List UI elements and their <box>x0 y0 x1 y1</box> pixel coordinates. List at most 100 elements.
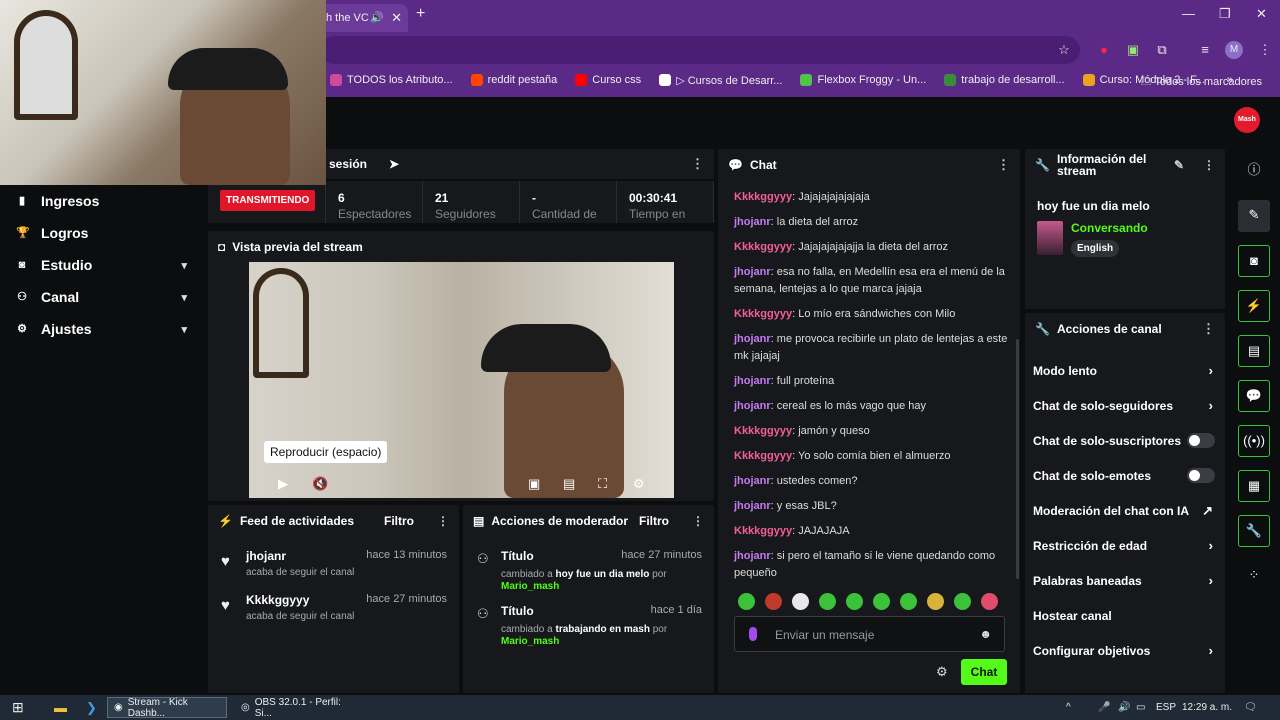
sidebar-item[interactable]: 🏆 Logros <box>0 217 205 249</box>
clock[interactable]: 12:29 a. m. <box>1176 697 1238 718</box>
close-tab-icon[interactable]: ✕ <box>391 10 402 26</box>
media-icon[interactable]: ≡ <box>1196 41 1214 59</box>
chat-username[interactable]: jhojanr <box>734 333 771 345</box>
bookmark-star-icon[interactable]: ☆ <box>1055 41 1073 59</box>
feed-filter-button[interactable]: Filtro <box>384 514 414 528</box>
sidebar-item[interactable]: ◙ Estudio ▾ <box>0 249 205 281</box>
broadcast-icon[interactable]: ((•)) <box>1238 425 1270 457</box>
moderator-user[interactable]: Mario_mash <box>501 581 559 592</box>
menu-icon[interactable]: ⋮ <box>1256 41 1274 59</box>
chat-username[interactable]: Kkkkggyyy <box>734 191 792 203</box>
edit-icon[interactable]: ✎ <box>1238 200 1270 232</box>
bookmark-item[interactable]: TODOS los Atributo... <box>330 74 453 86</box>
kebab-menu-icon[interactable]: ⋮ <box>692 514 704 528</box>
emote-icon[interactable] <box>765 593 782 610</box>
puzzle-icon[interactable]: ⧉ <box>1153 41 1171 59</box>
chevron-down-icon[interactable]: ▾ <box>181 291 187 304</box>
new-tab-button[interactable]: + <box>416 5 425 23</box>
bookmark-item[interactable]: reddit pestaña <box>470 74 557 86</box>
category-link[interactable]: Conversando <box>1071 221 1148 235</box>
emote-icon[interactable] <box>792 593 809 610</box>
emote-icon[interactable] <box>846 593 863 610</box>
play-icon[interactable]: ▶ <box>278 476 288 492</box>
mic-icon[interactable] <box>749 627 757 641</box>
layout-icon[interactable]: ▦ <box>1238 470 1270 502</box>
extension-icon[interactable]: ● <box>1095 41 1113 59</box>
sidebar-item[interactable]: ▮ Ingresos <box>0 185 205 217</box>
send-chat-button[interactable]: Chat <box>961 659 1007 685</box>
kebab-menu-icon[interactable]: ⋮ <box>437 514 449 528</box>
bolt-icon[interactable]: ⚡ <box>1238 290 1270 322</box>
chat-username[interactable]: Kkkkggyyy <box>734 450 792 462</box>
theater-icon[interactable]: ▤ <box>563 476 575 492</box>
chevron-right-icon[interactable]: › <box>1209 538 1213 553</box>
chevron-right-icon[interactable]: › <box>1209 573 1213 588</box>
tray-chevron-icon[interactable]: ^ <box>1060 697 1077 718</box>
chat-username[interactable]: jhojanr <box>734 400 771 412</box>
sidebar-item[interactable]: ⚙ Ajustes ▾ <box>0 313 205 345</box>
all-bookmarks[interactable]: 🗀 Todos los marcadores <box>1141 73 1262 92</box>
chevron-right-icon[interactable]: › <box>1209 398 1213 413</box>
taskbar-app-obs[interactable]: ◎ OBS 32.0.1 - Perfil: Si... <box>235 697 360 719</box>
kebab-menu-icon[interactable]: ⋮ <box>691 156 704 172</box>
edit-icon[interactable]: ✎ <box>1174 159 1184 171</box>
emote-icon[interactable] <box>954 593 971 610</box>
channel-action-item[interactable]: Configurar objetivos › <box>1025 633 1225 668</box>
bookmark-item[interactable]: Flexbox Froggy - Un... <box>800 74 926 86</box>
wrench-icon[interactable]: 🔧 <box>1238 515 1270 547</box>
channel-action-item[interactable]: Modo lento › <box>1025 353 1225 388</box>
chat-input[interactable]: Enviar un mensaje ☻ <box>734 616 1005 652</box>
emote-icon[interactable] <box>927 593 944 610</box>
settings-icon[interactable]: ⚙ <box>633 476 645 492</box>
clipboard-icon[interactable]: ▤ <box>1238 335 1270 367</box>
chat-username[interactable]: Kkkkggyyy <box>734 308 792 320</box>
windows-start-icon[interactable]: ⊞ <box>6 697 30 718</box>
toggle-switch[interactable] <box>1187 468 1215 483</box>
moderator-filter-button[interactable]: Filtro <box>639 514 669 528</box>
bookmark-item[interactable]: ▷ Cursos de Desarr... <box>659 74 782 87</box>
chat-username[interactable]: jhojanr <box>734 375 771 387</box>
extension-icon[interactable]: ▣ <box>1124 41 1142 59</box>
file-explorer-icon[interactable]: ▬ <box>48 697 73 718</box>
chat-username[interactable]: jhojanr <box>734 216 771 228</box>
vscode-icon[interactable]: ❯ <box>80 697 103 718</box>
camera-icon[interactable]: ◙ <box>1238 245 1270 277</box>
minimize-button[interactable]: — <box>1182 6 1195 21</box>
emote-icon[interactable] <box>819 593 836 610</box>
chevron-right-icon[interactable]: › <box>1209 363 1213 378</box>
kebab-menu-icon[interactable]: ⋮ <box>1202 321 1215 337</box>
pip-icon[interactable]: ▣ <box>528 476 540 492</box>
kick-avatar[interactable]: Mash <box>1234 107 1260 133</box>
chat-settings-icon[interactable]: ⚙ <box>936 664 948 680</box>
emoji-icon[interactable]: ☻ <box>979 627 992 641</box>
channel-action-item[interactable]: Hostear canal <box>1025 598 1225 633</box>
browser-tab[interactable]: h the VC 🔊 ✕ <box>320 4 408 32</box>
chat-username[interactable]: Kkkkggyyy <box>734 241 792 253</box>
emote-icon[interactable] <box>981 593 998 610</box>
close-window-button[interactable]: ✕ <box>1256 6 1267 22</box>
kebab-menu-icon[interactable]: ⋮ <box>997 157 1010 173</box>
maximize-button[interactable]: ❐ <box>1219 6 1231 22</box>
speaker-icon[interactable]: 🔊 <box>370 11 384 24</box>
fullscreen-icon[interactable]: ⛶ <box>598 476 607 492</box>
taskbar-app-chrome[interactable]: ◉ Stream - Kick Dashb... <box>107 697 227 719</box>
avatar[interactable]: M <box>1225 41 1243 59</box>
kebab-menu-icon[interactable]: ⋮ <box>1203 159 1215 171</box>
channel-action-item[interactable]: Restricción de edad › <box>1025 528 1225 563</box>
channel-action-item[interactable]: Chat de solo-seguidores › <box>1025 388 1225 423</box>
mute-icon[interactable]: 🔇 <box>312 476 328 492</box>
toggle-switch[interactable] <box>1187 433 1215 448</box>
notifications-icon[interactable]: 🗨 <box>1238 697 1263 718</box>
chat-username[interactable]: Kkkkggyyy <box>734 525 792 537</box>
info-icon[interactable]: ⓘ <box>1238 155 1270 187</box>
chat-scrollbar[interactable] <box>1016 339 1019 579</box>
sidebar-item[interactable]: ⚇ Canal ▾ <box>0 281 205 313</box>
chevron-right-icon[interactable]: › <box>1209 643 1213 658</box>
chat-username[interactable]: jhojanr <box>734 500 771 512</box>
channel-action-item[interactable]: Moderación del chat con IA ↗ <box>1025 493 1225 528</box>
chat-username[interactable]: Kkkkggyyy <box>734 425 792 437</box>
chat-bubble-icon[interactable]: 💬 <box>1238 380 1270 412</box>
external-link-icon[interactable]: ↗ <box>1202 503 1213 519</box>
moderator-user[interactable]: Mario_mash <box>501 636 559 647</box>
bookmark-item[interactable]: Curso css <box>575 74 641 86</box>
